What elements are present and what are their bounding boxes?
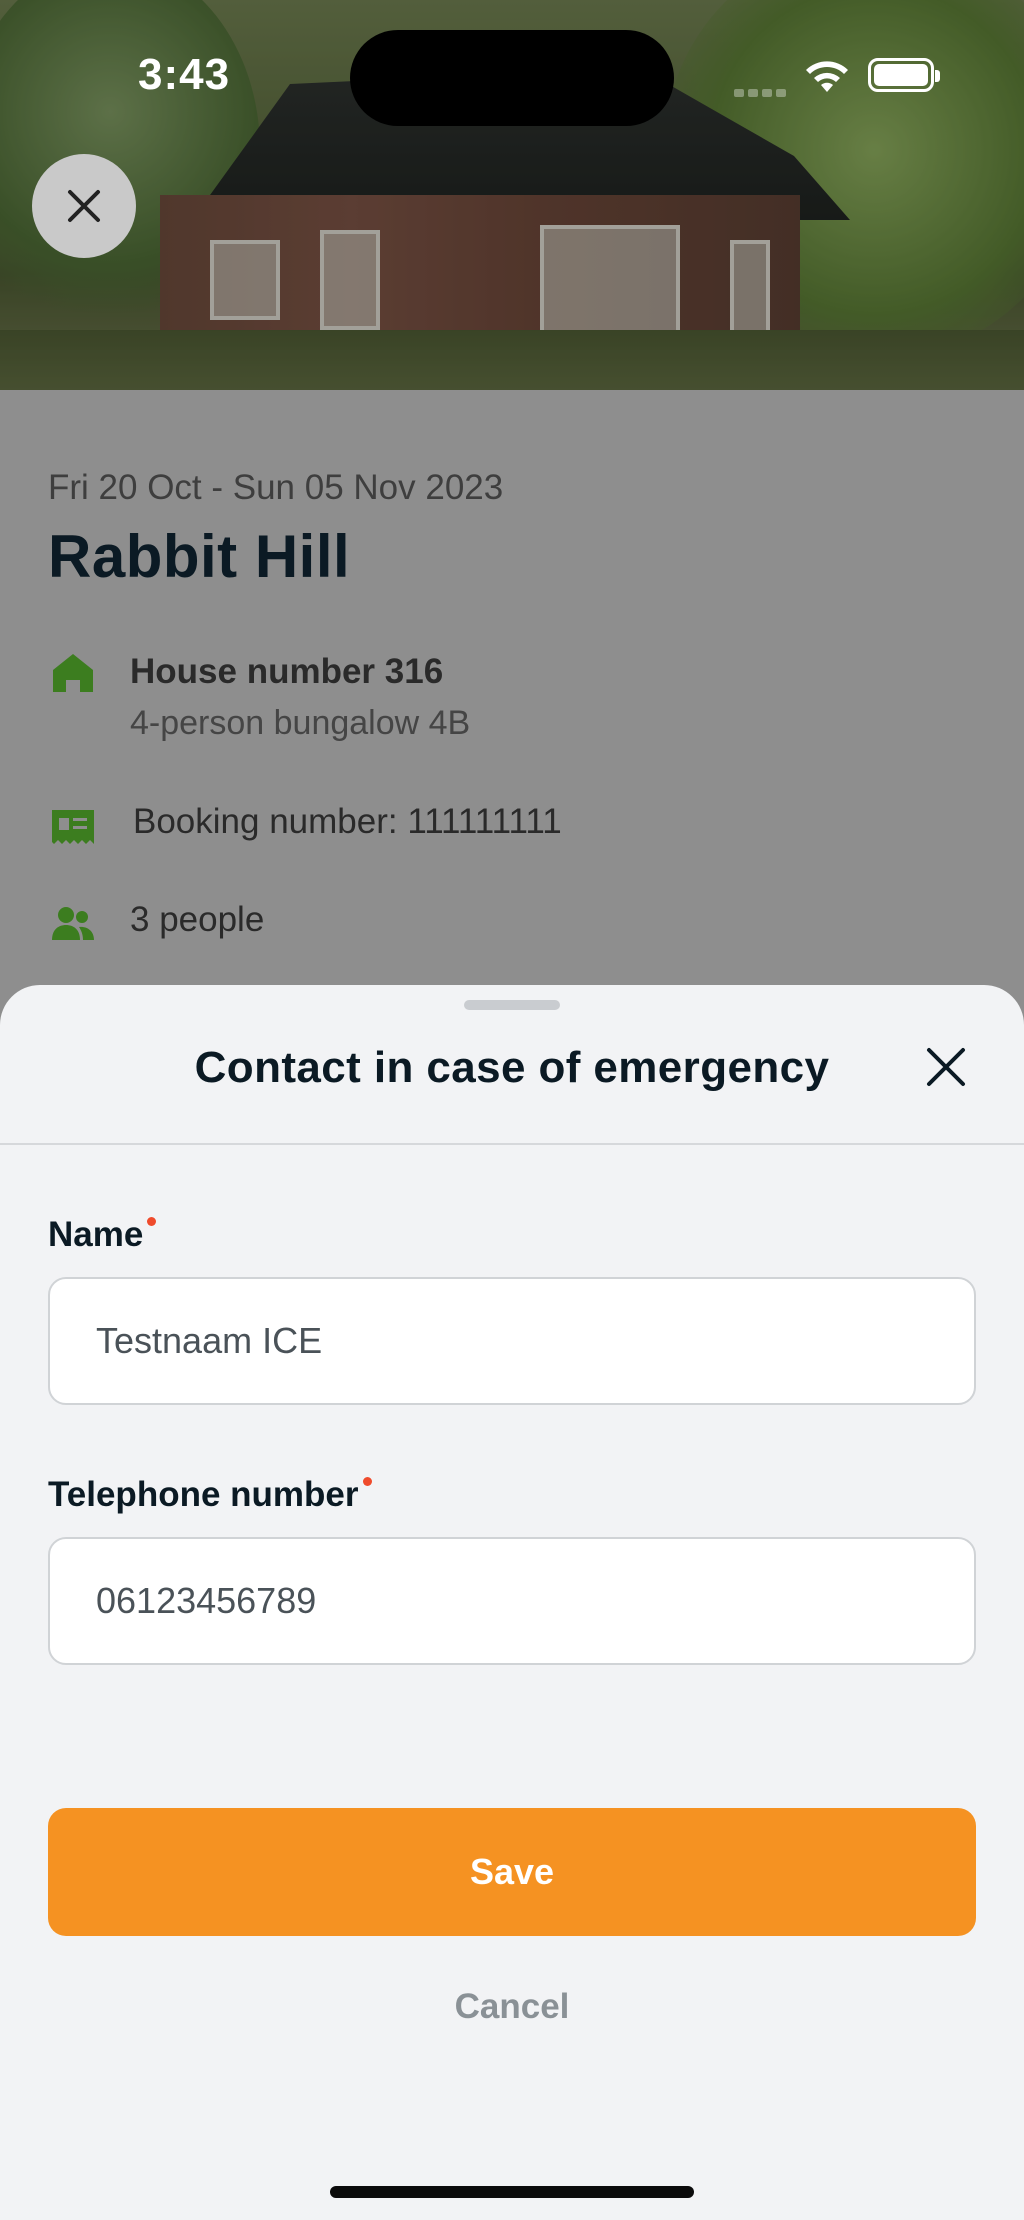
people-count: 3 people — [130, 900, 265, 939]
house-number: House number 316 — [130, 652, 444, 691]
name-field[interactable]: Testnaam ICE — [48, 1277, 976, 1405]
name-label: Name — [48, 1215, 157, 1255]
sheet-close-button[interactable] — [918, 1039, 974, 1095]
required-indicator — [147, 1217, 157, 1226]
close-icon — [927, 1048, 965, 1086]
wifi-icon — [806, 61, 848, 92]
park-name: Rabbit Hill — [48, 523, 351, 590]
people-icon — [52, 907, 94, 940]
cancel-button[interactable]: Cancel — [0, 1987, 1024, 2027]
home-indicator[interactable] — [330, 2186, 694, 2198]
close-icon — [68, 190, 100, 222]
phone-field[interactable]: 06123456789 — [48, 1537, 976, 1665]
house-icon — [53, 654, 93, 692]
save-button[interactable]: Save — [48, 1808, 976, 1936]
house-type: 4-person bungalow 4B — [130, 704, 471, 742]
booking-ticket-icon — [52, 810, 94, 844]
sheet-title: Contact in case of emergency — [194, 1043, 830, 1092]
booking-details: Fri 20 Oct - Sun 05 Nov 2023 Rabbit Hill… — [0, 390, 1024, 1010]
phone-label: Telephone number — [48, 1475, 372, 1515]
booking-number: Booking number: 111111111 — [133, 802, 562, 841]
battery-icon — [868, 58, 940, 92]
dynamic-island — [350, 30, 674, 126]
cellular-signal-icon — [734, 84, 790, 102]
sheet-divider — [0, 1143, 1024, 1145]
close-button[interactable] — [32, 154, 136, 258]
sheet-grabber[interactable] — [464, 1000, 560, 1010]
required-indicator — [362, 1477, 372, 1486]
emergency-contact-sheet: Contact in case of emergency Name Testna… — [0, 985, 1024, 2220]
status-time: 3:43 — [138, 50, 231, 99]
booking-dates: Fri 20 Oct - Sun 05 Nov 2023 — [48, 468, 504, 507]
